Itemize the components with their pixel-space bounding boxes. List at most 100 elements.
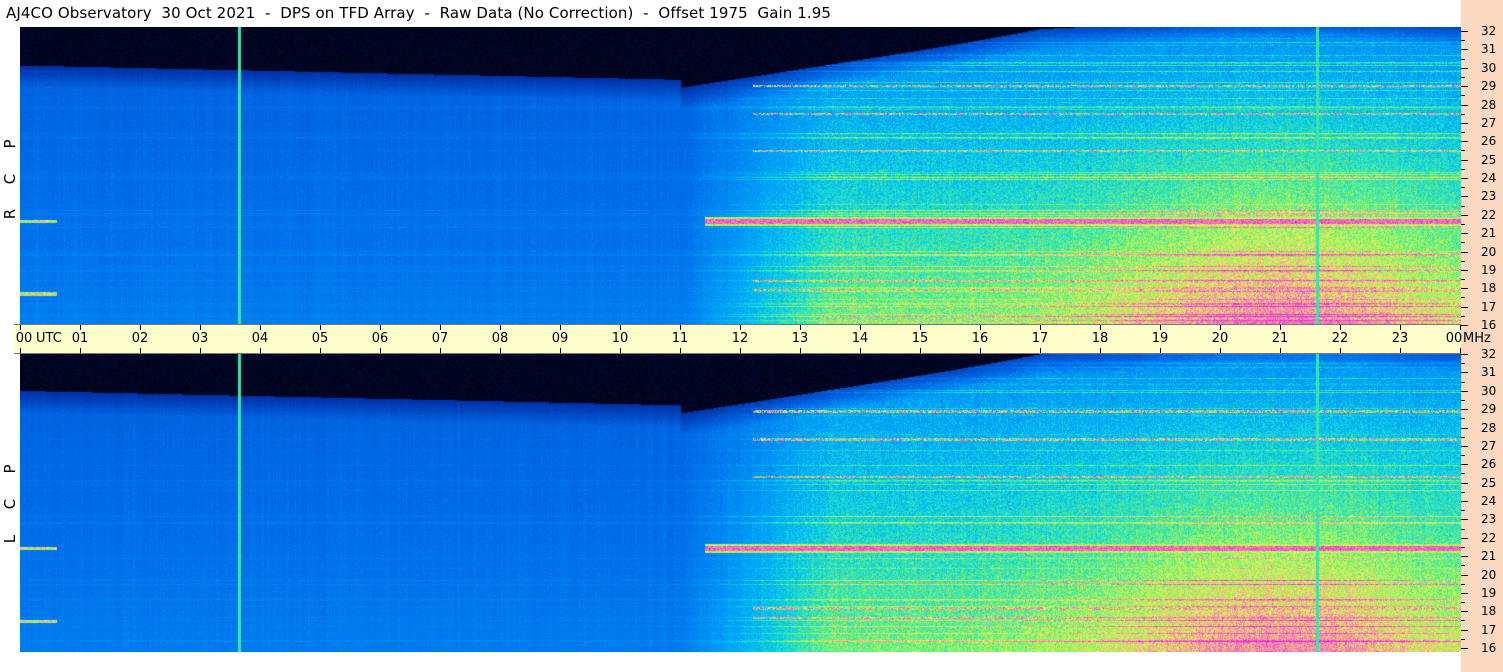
mhz-tick-label: 21	[1481, 226, 1497, 241]
utc-tick-label: 09	[551, 331, 569, 346]
mhz-minor-tick	[1461, 297, 1465, 298]
mhz-tick-label: 26	[1481, 134, 1497, 149]
mhz-minor-tick	[1461, 150, 1465, 151]
mhz-tick	[1461, 391, 1468, 392]
mhz-tick-label: 27	[1481, 438, 1497, 453]
mhz-tick-label: 30	[1481, 383, 1497, 398]
utc-tick	[1160, 325, 1161, 330]
mhz-minor-tick	[1461, 279, 1465, 280]
mhz-minor-tick	[1461, 400, 1465, 401]
utc-time-axis: 00 01 02 03 04 05 06 07 08 09 10 11 12 13 14 15 16 17 18 19…	[14, 324, 1491, 354]
utc-tick	[1220, 325, 1221, 330]
mhz-tick	[1461, 446, 1468, 447]
utc-tick-label: 22	[1331, 331, 1349, 346]
mhz-unit-label: MHz	[1463, 331, 1491, 346]
chart-title: AJ4CO Observatory 30 Oct 2021 - DPS on T…	[6, 4, 832, 22]
mhz-tick-label: 27	[1481, 115, 1497, 130]
mhz-tick	[1461, 68, 1468, 69]
rcp-heatmap	[20, 27, 1461, 324]
mhz-tick	[1461, 178, 1468, 179]
mhz-minor-tick	[1461, 95, 1465, 96]
mhz-minor-tick	[1461, 529, 1465, 530]
utc-tick-label: 12	[731, 331, 749, 346]
mhz-minor-tick	[1461, 132, 1465, 133]
pol-letter: P	[1, 139, 19, 149]
utc-tick-label: 19	[1151, 331, 1169, 346]
utc-tick	[320, 325, 321, 330]
mhz-tick	[1461, 575, 1468, 576]
mhz-tick-label: 18	[1481, 604, 1497, 619]
mhz-minor-tick	[1461, 602, 1465, 603]
mhz-minor-tick	[1461, 492, 1465, 493]
mhz-tick-label: 23	[1481, 189, 1497, 204]
utc-tick-label: 00	[15, 331, 33, 346]
utc-tick-label: 05	[311, 331, 329, 346]
utc-tick	[1100, 325, 1101, 330]
mhz-tick	[1461, 409, 1468, 410]
mhz-tick	[1461, 483, 1468, 484]
utc-tick-label: 11	[671, 331, 689, 346]
mhz-tick-label: 22	[1481, 530, 1497, 545]
mhz-minor-tick	[1461, 418, 1465, 419]
mhz-tick-label: 16	[1481, 641, 1497, 655]
mhz-tick-label: 28	[1481, 97, 1497, 112]
utc-tick-label: 21	[1271, 331, 1289, 346]
mhz-tick-label: 29	[1481, 79, 1497, 94]
utc-tick	[740, 325, 741, 330]
mhz-tick-label: 17	[1481, 299, 1497, 314]
mhz-tick	[1461, 325, 1468, 326]
utc-tick	[440, 325, 441, 330]
utc-tick	[1160, 348, 1161, 353]
mhz-tick	[1461, 372, 1468, 373]
mhz-tick	[1461, 270, 1468, 271]
rcp-label: R C P	[0, 120, 20, 220]
utc-tick	[380, 325, 381, 330]
mhz-tick-label: 23	[1481, 512, 1497, 527]
mhz-tick-label: 18	[1481, 281, 1497, 296]
mhz-tick	[1461, 288, 1468, 289]
mhz-tick	[1461, 519, 1468, 520]
mhz-tick-label: 24	[1481, 494, 1497, 508]
pol-letter: C	[1, 173, 19, 185]
utc-tick	[800, 325, 801, 330]
utc-tick	[200, 348, 201, 353]
utc-tick	[20, 348, 21, 353]
mhz-minor-tick	[1461, 455, 1465, 456]
utc-tick	[800, 348, 801, 353]
mhz-minor-tick	[1461, 59, 1465, 60]
mhz-tick-label: 19	[1481, 585, 1497, 600]
mhz-tick-label: 21	[1481, 549, 1497, 564]
utc-tick	[680, 325, 681, 330]
utc-tick	[1280, 348, 1281, 353]
mhz-tick	[1461, 105, 1468, 106]
utc-tick	[680, 348, 681, 353]
lcp-label: L C P	[0, 450, 20, 550]
pol-letter: C	[1, 498, 19, 510]
utc-tick	[140, 348, 141, 353]
utc-tick	[80, 348, 81, 353]
lcp-heatmap	[20, 352, 1461, 652]
mhz-tick	[1461, 593, 1468, 594]
utc-tick-label: 17	[1031, 331, 1049, 346]
utc-tick	[320, 348, 321, 353]
utc-tick	[80, 325, 81, 330]
mhz-minor-tick	[1461, 40, 1465, 41]
mhz-tick-label: 32	[1481, 347, 1497, 361]
mhz-tick	[1461, 86, 1468, 87]
mhz-tick	[1461, 196, 1468, 197]
utc-tick-label: 01	[71, 331, 89, 346]
mhz-tick-label: 19	[1481, 262, 1497, 277]
mhz-tick	[1461, 307, 1468, 308]
utc-tick	[1460, 348, 1461, 353]
mhz-tick-label: 31	[1481, 365, 1497, 380]
utc-tick-label: 06	[371, 331, 389, 346]
utc-tick	[1400, 348, 1401, 353]
mhz-tick	[1461, 215, 1468, 216]
utc-tick-label: 03	[191, 331, 209, 346]
utc-tick-label: 14	[851, 331, 869, 346]
mhz-tick	[1461, 141, 1468, 142]
utc-tick	[1340, 325, 1341, 330]
utc-tick-label: 00	[1445, 331, 1463, 346]
utc-tick-label: 08	[491, 331, 509, 346]
mhz-minor-tick	[1461, 363, 1465, 364]
